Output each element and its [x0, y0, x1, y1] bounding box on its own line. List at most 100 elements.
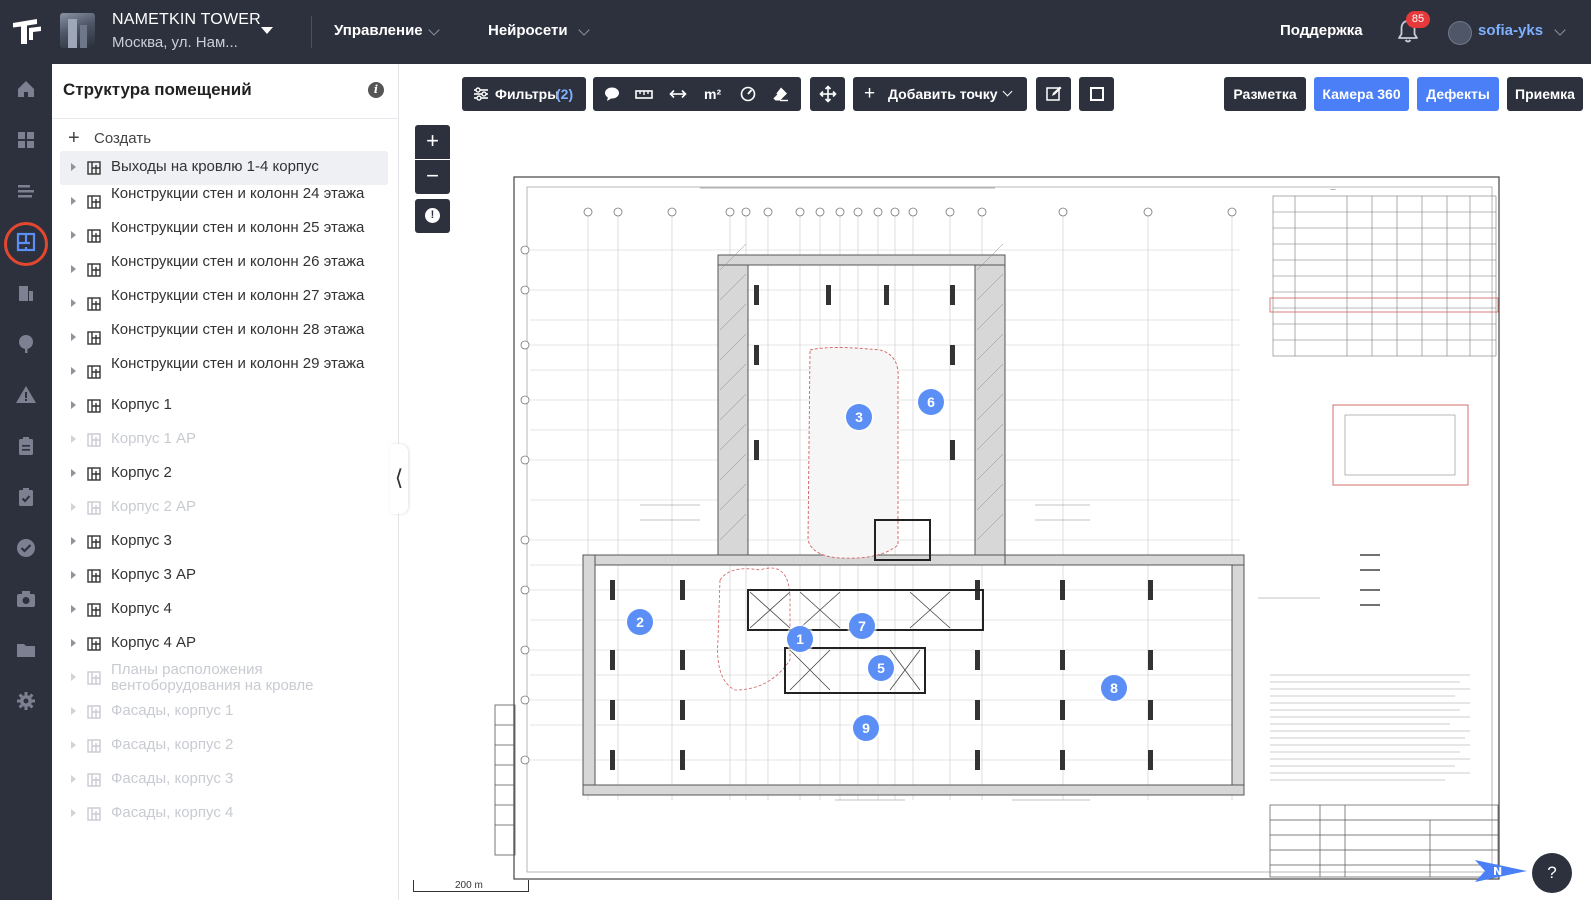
alerts-button[interactable]: !	[415, 199, 450, 233]
home-icon[interactable]	[15, 78, 37, 100]
defect-marker[interactable]: 8	[1101, 675, 1127, 701]
caret-right-icon[interactable]	[71, 333, 76, 341]
dashboard-grid-icon[interactable]	[15, 129, 37, 151]
tree-item[interactable]: Корпус 2 АР	[60, 491, 388, 525]
tree-item[interactable]: Конструкции стен и колонн 29 этажа	[60, 355, 388, 389]
tree-item[interactable]: Выходы на кровлю 1-4 корпус	[60, 151, 388, 185]
tree-item[interactable]: Конструкции стен и колонн 25 этажа	[60, 219, 388, 253]
mode-camera360-button[interactable]: Камера 360	[1314, 77, 1409, 111]
project-thumbnail[interactable]	[60, 13, 95, 48]
filters-button[interactable]: Фильтры (2)	[462, 77, 586, 111]
tree-item[interactable]: Корпус 4 АР	[60, 627, 388, 661]
tree-item[interactable]: Корпус 3	[60, 525, 388, 559]
angle-gauge-icon[interactable]	[739, 85, 757, 103]
tree-item[interactable]: Конструкции стен и колонн 26 этажа	[60, 253, 388, 287]
tree-item[interactable]: Корпус 1 АР	[60, 423, 388, 457]
list-icon[interactable]	[15, 180, 37, 202]
project-address[interactable]: Москва, ул. Нам...	[112, 34, 238, 51]
mode-defects-button[interactable]: Дефекты	[1417, 77, 1499, 111]
caret-right-icon[interactable]	[71, 775, 76, 783]
defect-marker[interactable]: 5	[868, 655, 894, 681]
menu-manage[interactable]: Управление	[334, 22, 423, 39]
user-name[interactable]: sofia-yks	[1478, 22, 1543, 39]
tree-item[interactable]: Конструкции стен и колонн 28 этажа	[60, 321, 388, 355]
caret-right-icon[interactable]	[71, 367, 76, 375]
checklist-icon[interactable]	[15, 486, 37, 508]
defect-marker[interactable]: 7	[849, 613, 875, 639]
tree-item[interactable]: Конструкции стен и колонн 27 этажа	[60, 287, 388, 321]
folder-icon[interactable]	[15, 639, 37, 661]
add-point-button[interactable]: + Добавить точку	[853, 77, 1027, 111]
tree-item[interactable]: Корпус 4	[60, 593, 388, 627]
tree-item[interactable]: Фасады, корпус 4	[60, 797, 388, 831]
support-link[interactable]: Поддержка	[1280, 22, 1363, 39]
caret-right-icon[interactable]	[71, 265, 76, 273]
project-dropdown-caret-icon[interactable]	[261, 27, 273, 34]
caret-right-icon[interactable]	[71, 469, 76, 477]
app-logo-icon[interactable]	[10, 14, 44, 48]
caret-right-icon[interactable]	[71, 639, 76, 647]
defect-marker[interactable]: 1	[787, 626, 813, 652]
zoom-out-button[interactable]: −	[415, 160, 450, 194]
tree-item[interactable]: Планы расположения вентоборудования на к…	[60, 661, 388, 695]
building-icon[interactable]	[15, 282, 37, 304]
gear-icon[interactable]	[15, 690, 37, 712]
tree-item[interactable]: Фасады, корпус 3	[60, 763, 388, 797]
caret-right-icon[interactable]	[71, 299, 76, 307]
tree-item[interactable]: Фасады, корпус 1	[60, 695, 388, 729]
caret-right-icon[interactable]	[71, 435, 76, 443]
defect-marker[interactable]: 3	[846, 404, 872, 430]
caret-right-icon[interactable]	[71, 163, 76, 171]
warning-icon[interactable]	[15, 384, 37, 406]
user-avatar[interactable]	[1448, 21, 1472, 45]
tree-item-label: Корпус 1 АР	[111, 430, 197, 447]
chevron-down-icon[interactable]	[1554, 24, 1566, 36]
caret-right-icon[interactable]	[71, 605, 76, 613]
edit-button[interactable]	[1036, 77, 1071, 111]
tree-item[interactable]: Корпус 2	[60, 457, 388, 491]
caret-right-icon[interactable]	[71, 197, 76, 205]
caret-right-icon[interactable]	[71, 503, 76, 511]
caret-right-icon[interactable]	[71, 707, 76, 715]
tree-item[interactable]: Фасады, корпус 2	[60, 729, 388, 763]
tree-item[interactable]: Конструкции стен и колонн 24 этажа	[60, 185, 388, 219]
comment-icon[interactable]	[603, 85, 621, 103]
panel-collapse-toggle[interactable]: ⟨	[390, 444, 408, 514]
project-name[interactable]: NAMETKIN TOWER	[112, 11, 261, 29]
chevron-down-icon[interactable]	[428, 24, 440, 36]
caret-right-icon[interactable]	[71, 673, 76, 681]
tree-item[interactable]: Корпус 3 АР	[60, 559, 388, 593]
tree-item-label: Корпус 2	[111, 464, 172, 481]
menu-ai[interactable]: Нейросети	[488, 22, 568, 39]
caret-right-icon[interactable]	[71, 537, 76, 545]
ruler-icon[interactable]	[635, 85, 653, 103]
check-circle-icon[interactable]	[15, 537, 37, 559]
select-area-button[interactable]	[1079, 77, 1114, 111]
notifications-badge[interactable]: 85	[1406, 11, 1430, 28]
move-button[interactable]	[810, 77, 845, 111]
caret-right-icon[interactable]	[71, 401, 76, 409]
tree-icon[interactable]	[15, 333, 37, 355]
defect-marker[interactable]: 6	[918, 389, 944, 415]
plus-icon: +	[68, 127, 80, 149]
caret-right-icon[interactable]	[71, 571, 76, 579]
scale-label: 200 m	[455, 880, 483, 891]
info-icon[interactable]: i	[368, 82, 384, 98]
help-button[interactable]: ?	[1532, 853, 1572, 893]
caret-right-icon[interactable]	[71, 741, 76, 749]
mode-markup-button[interactable]: Разметка	[1224, 77, 1306, 111]
tree-item[interactable]: Корпус 1	[60, 389, 388, 423]
zoom-in-button[interactable]: +	[415, 125, 450, 159]
caret-right-icon[interactable]	[71, 809, 76, 817]
clipboard-icon[interactable]	[15, 435, 37, 457]
camera-icon[interactable]	[15, 588, 37, 610]
area-tool[interactable]: m²	[704, 86, 721, 102]
eraser-icon[interactable]	[771, 85, 789, 103]
mode-acceptance-button[interactable]: Приемка	[1507, 77, 1583, 111]
defect-marker[interactable]: 9	[853, 715, 879, 741]
caret-right-icon[interactable]	[71, 231, 76, 239]
chevron-down-icon[interactable]	[578, 24, 590, 36]
floor-plan-icon[interactable]	[15, 231, 37, 253]
distance-arrows-icon[interactable]	[669, 85, 687, 103]
defect-marker[interactable]: 2	[627, 609, 653, 635]
